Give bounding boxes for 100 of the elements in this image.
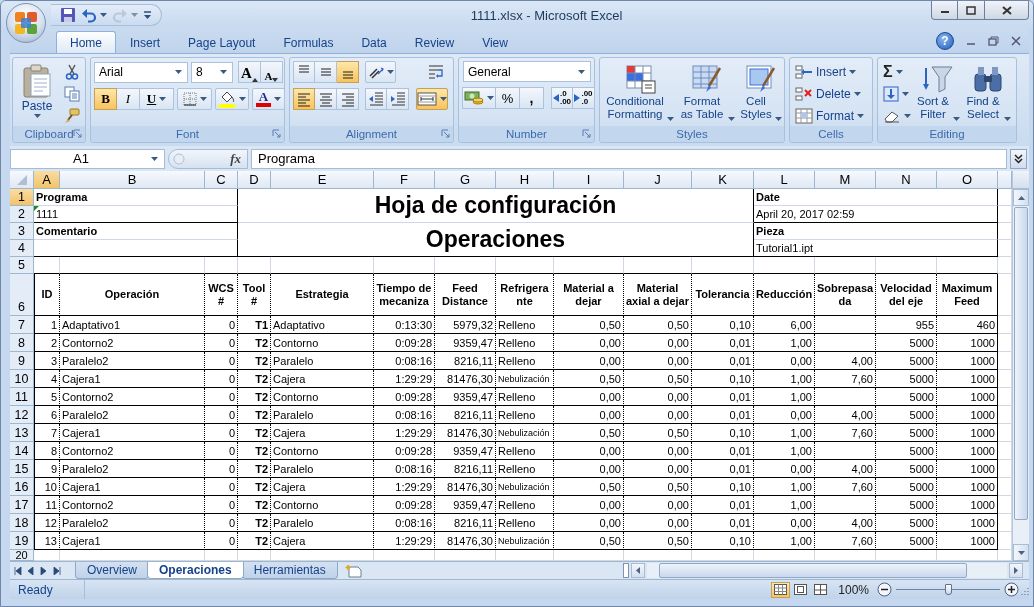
- column-header[interactable]: O: [937, 171, 998, 189]
- prev-sheet-button[interactable]: [27, 566, 35, 575]
- restore-icon[interactable]: [988, 36, 999, 46]
- split-handle[interactable]: [623, 563, 629, 578]
- next-sheet-button[interactable]: [40, 566, 48, 575]
- name-box[interactable]: A1: [10, 148, 165, 169]
- first-sheet-button[interactable]: [14, 566, 22, 575]
- dialog-launcher-button[interactable]: [73, 129, 82, 138]
- normal-view-button[interactable]: [771, 581, 791, 598]
- close-button[interactable]: [985, 1, 1029, 20]
- column-header[interactable]: M: [815, 171, 876, 189]
- row-header[interactable]: 5: [10, 257, 34, 274]
- sheet-tab[interactable]: Overview: [75, 562, 149, 579]
- row-header[interactable]: 15: [10, 460, 34, 478]
- column-header[interactable]: F: [374, 171, 435, 189]
- scroll-left-button[interactable]: [631, 563, 645, 578]
- scrollbar-thumb[interactable]: [659, 563, 967, 578]
- bold-button[interactable]: B: [94, 88, 117, 110]
- align-left-button[interactable]: [293, 88, 315, 110]
- fill-color-button[interactable]: [215, 88, 249, 110]
- column-header[interactable]: G: [435, 171, 496, 189]
- row-header[interactable]: 2: [10, 206, 34, 223]
- row-header[interactable]: 8: [10, 334, 34, 352]
- row-header[interactable]: 16: [10, 478, 34, 496]
- currency-button[interactable]: [462, 87, 496, 109]
- ribbon-tab[interactable]: Data: [347, 31, 401, 53]
- column-header[interactable]: D: [238, 171, 271, 189]
- comma-button[interactable]: ,: [520, 87, 544, 109]
- find-select-button[interactable]: Find & Select: [962, 61, 1013, 127]
- row-header[interactable]: 17: [10, 496, 34, 514]
- sort-filter-button[interactable]: Sort & Filter: [913, 61, 962, 127]
- close-icon[interactable]: [1011, 36, 1021, 46]
- font-name-field[interactable]: Arial: [94, 61, 188, 83]
- dialog-launcher-button[interactable]: [582, 129, 591, 138]
- dialog-launcher-button[interactable]: [272, 129, 281, 138]
- ribbon-tab[interactable]: Home: [56, 31, 116, 53]
- ribbon-tab[interactable]: Formulas: [269, 31, 348, 53]
- decrease-indent-button[interactable]: [365, 88, 387, 110]
- ribbon-tab[interactable]: Review: [400, 31, 469, 53]
- italic-button[interactable]: I: [117, 88, 140, 110]
- sheet-tab[interactable]: Operaciones: [147, 562, 244, 579]
- paste-button[interactable]: Paste: [16, 61, 58, 127]
- column-header[interactable]: L: [754, 171, 815, 189]
- number-format-field[interactable]: General: [463, 61, 591, 82]
- decrease-decimal-button[interactable]: .00 .0: [573, 87, 595, 109]
- format-as-table-button[interactable]: Format as Table: [676, 61, 737, 127]
- column-header[interactable]: C: [205, 171, 238, 189]
- row-header[interactable]: 13: [10, 424, 34, 442]
- autosum-button[interactable]: Σ: [881, 61, 913, 82]
- column-header[interactable]: A: [34, 171, 60, 189]
- borders-button[interactable]: [177, 88, 212, 110]
- row-header[interactable]: 11: [10, 388, 34, 406]
- save-button[interactable]: [59, 6, 77, 24]
- row-header[interactable]: 19: [10, 532, 34, 550]
- conditional-formatting-button[interactable]: Conditional Formatting: [603, 61, 676, 127]
- last-sheet-button[interactable]: [53, 566, 61, 575]
- zoom-in-button[interactable]: [1004, 582, 1019, 597]
- align-bottom-button[interactable]: [337, 61, 359, 83]
- row-header[interactable]: 9: [10, 352, 34, 370]
- ribbon-tab[interactable]: Page Layout: [174, 31, 270, 53]
- scroll-up-button[interactable]: [1013, 189, 1029, 206]
- grow-font-button[interactable]: A: [238, 61, 261, 83]
- column-header[interactable]: E: [271, 171, 374, 189]
- underline-button[interactable]: U: [140, 88, 174, 110]
- align-right-button[interactable]: [337, 88, 359, 110]
- row-header[interactable]: 4: [10, 240, 34, 257]
- row-header[interactable]: 18: [10, 514, 34, 532]
- orientation-button[interactable]: [365, 61, 396, 83]
- scroll-right-button[interactable]: [1009, 563, 1023, 578]
- column-header[interactable]: K: [692, 171, 754, 189]
- dialog-launcher-button[interactable]: [441, 129, 450, 138]
- percent-button[interactable]: %: [496, 87, 520, 109]
- undo-button[interactable]: [80, 6, 108, 24]
- row-header[interactable]: 10: [10, 370, 34, 388]
- ribbon-tab[interactable]: View: [468, 31, 522, 53]
- row-header[interactable]: 3: [10, 223, 34, 240]
- insert-cells-button[interactable]: Insert: [793, 61, 866, 82]
- minimize-button[interactable]: [931, 1, 958, 20]
- align-middle-button[interactable]: [315, 61, 337, 83]
- scroll-down-button[interactable]: [1013, 544, 1029, 561]
- maximize-button[interactable]: [958, 1, 985, 20]
- column-header[interactable]: I: [554, 171, 624, 189]
- delete-cells-button[interactable]: Delete: [793, 83, 866, 104]
- font-size-field[interactable]: 8: [191, 61, 233, 83]
- ribbon-tab[interactable]: Insert: [116, 31, 175, 53]
- formula-field[interactable]: Programa: [251, 148, 1007, 169]
- zoom-out-button[interactable]: [877, 582, 892, 597]
- office-button[interactable]: [6, 3, 46, 43]
- align-center-button[interactable]: [315, 88, 337, 110]
- row-header[interactable]: 6: [10, 274, 34, 316]
- column-header[interactable]: N: [876, 171, 937, 189]
- cell-styles-button[interactable]: Cell Styles: [737, 61, 784, 127]
- row-header[interactable]: 1: [10, 189, 34, 206]
- sheet-tab[interactable]: Herramientas: [241, 562, 338, 579]
- format-cells-button[interactable]: Format: [793, 105, 866, 126]
- column-header[interactable]: H: [496, 171, 554, 189]
- column-header[interactable]: J: [624, 171, 692, 189]
- expand-button[interactable]: [1010, 148, 1027, 169]
- column-header[interactable]: B: [60, 171, 205, 189]
- scrollbar-thumb[interactable]: [1014, 207, 1028, 520]
